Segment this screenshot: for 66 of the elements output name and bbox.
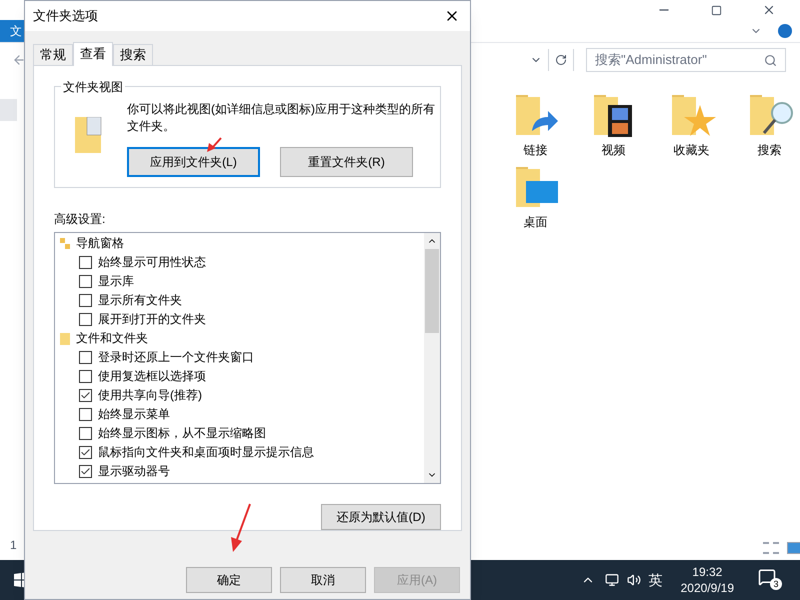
option-label: 登录时还原上一个文件夹窗口 (98, 349, 254, 366)
large-icons-view-icon[interactable] (786, 542, 800, 554)
dialog-button[interactable]: 确定 (186, 567, 272, 593)
status-text: 1 (9, 537, 17, 554)
checkbox[interactable] (79, 370, 92, 383)
window-title: 文件夹选项 (33, 7, 99, 26)
restore-defaults-button[interactable]: 还原为默认值(D) (321, 504, 441, 530)
folder-label[interactable]: 链接 (524, 141, 548, 159)
checkbox[interactable] (79, 389, 92, 402)
tab[interactable]: 常规 (33, 44, 73, 65)
option-label: 显示所有文件夹 (98, 292, 182, 309)
tab[interactable]: 搜索 (113, 44, 153, 65)
search-field[interactable]: 搜索"Administrator" (586, 48, 786, 72)
annotation-arrow (206, 137, 222, 153)
network-icon[interactable] (604, 573, 619, 587)
tab[interactable]: 查看 (73, 42, 113, 66)
checkbox[interactable] (79, 275, 92, 288)
details-view-icon[interactable] (762, 542, 779, 554)
checkbox[interactable] (79, 465, 92, 478)
folder-view-button[interactable]: 重置文件夹(R) (280, 147, 413, 177)
back-icon[interactable] (12, 53, 26, 67)
folder-view-icon (75, 117, 103, 153)
help-icon[interactable] (778, 24, 792, 38)
ime-indicator[interactable]: 英 (648, 570, 663, 590)
option-label: 始终显示图标，从不显示缩略图 (98, 425, 266, 442)
dialog-button[interactable]: 取消 (280, 567, 366, 593)
scrollbar[interactable] (424, 233, 440, 483)
scrollbar-thumb[interactable] (425, 249, 439, 333)
option-label: 始终显示菜单 (98, 406, 170, 423)
clock-date[interactable]: 2020/9/19 (680, 580, 734, 596)
checkbox[interactable] (79, 446, 92, 459)
maximize-icon[interactable] (711, 4, 722, 16)
checkbox[interactable] (79, 427, 92, 440)
option-label: 显示库 (98, 273, 134, 290)
folder-label[interactable]: 收藏夹 (674, 141, 710, 159)
description-text: 你可以将此视图(如详细信息或图标)应用于这种类型的所有文件夹。 (127, 101, 436, 135)
notification-icon[interactable] (758, 568, 776, 586)
checkbox[interactable] (79, 313, 92, 326)
folder-label[interactable]: 搜索 (758, 141, 782, 159)
annotation-arrow (230, 502, 254, 554)
folder-label[interactable]: 桌面 (524, 213, 548, 231)
section-label: 高级设置: (54, 211, 106, 228)
notification-count: 3 (770, 578, 782, 590)
folder-view-button[interactable]: 应用到文件夹(L) (127, 147, 260, 177)
option-label: 鼠标指向文件夹和桌面项时显示提示信息 (98, 444, 314, 461)
group-label: 文件和文件夹 (76, 330, 148, 347)
group-label: 导航窗格 (76, 235, 124, 252)
option-label: 显示驱动器号 (98, 463, 170, 480)
checkbox[interactable] (79, 408, 92, 421)
checkbox[interactable] (79, 256, 92, 269)
checkbox[interactable] (79, 351, 92, 364)
option-label: 使用共享向导(推荐) (98, 387, 202, 404)
option-label: 始终显示可用性状态 (98, 254, 206, 271)
tree-icon (60, 238, 70, 250)
close-icon[interactable] (762, 3, 776, 17)
option-label: 展开到打开的文件夹 (98, 311, 206, 328)
search-icon[interactable] (764, 54, 777, 66)
folder-icon (60, 332, 70, 344)
folder-label[interactable]: 视频 (602, 141, 626, 159)
group-title: 文件夹视图 (61, 78, 125, 96)
volume-icon[interactable] (626, 573, 641, 587)
option-label: 使用复选框以选择项 (98, 368, 206, 385)
ribbon-tab[interactable]: 文 (0, 20, 24, 42)
clock-time[interactable]: 19:32 (692, 564, 722, 580)
refresh-icon[interactable] (555, 54, 567, 66)
checkbox[interactable] (79, 294, 92, 307)
